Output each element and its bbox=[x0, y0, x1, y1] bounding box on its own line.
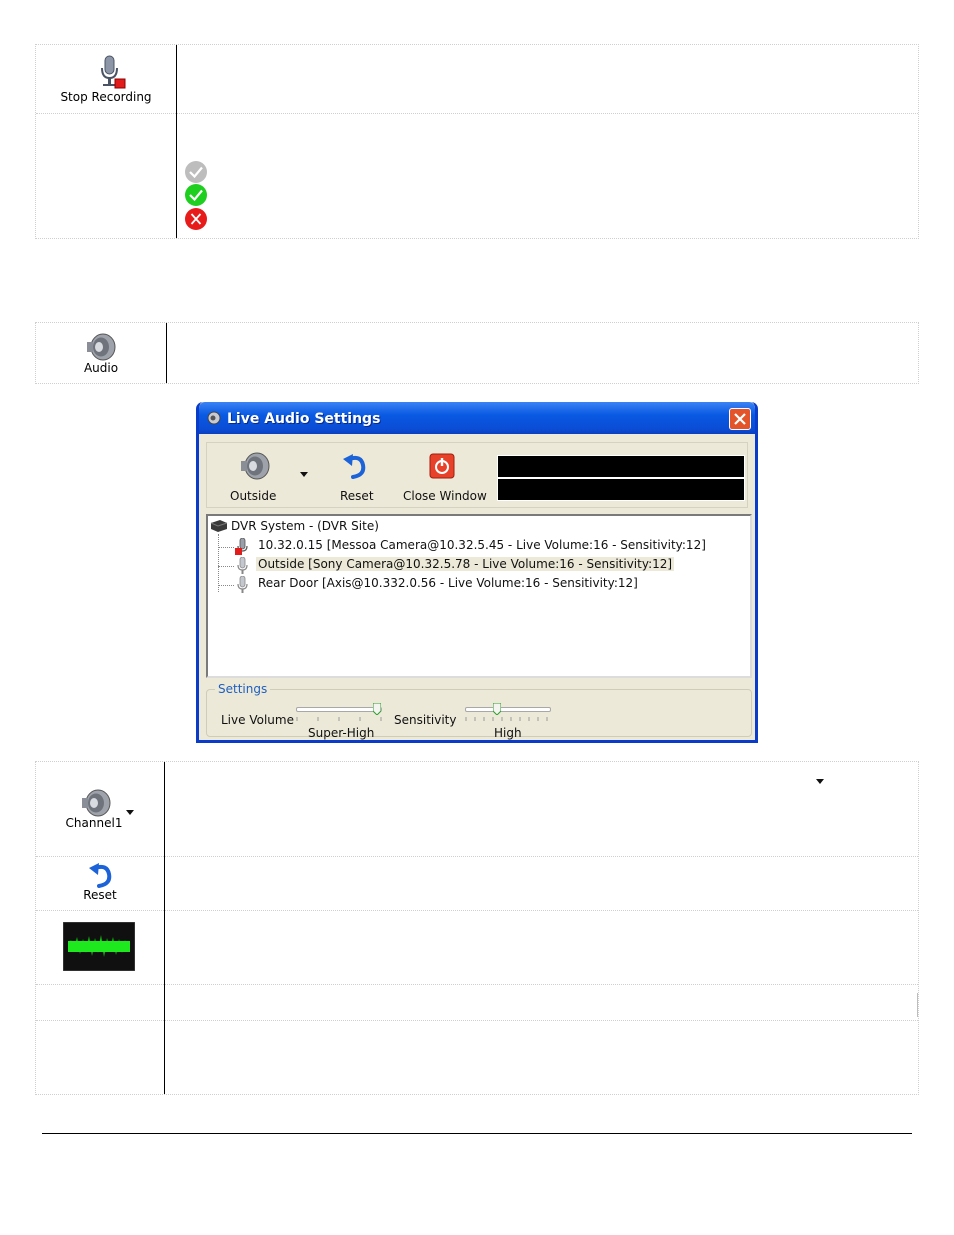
meter-bar-top bbox=[498, 456, 744, 477]
table-stop-recording: Stop Recording bbox=[35, 44, 919, 239]
sensitivity-slider[interactable] bbox=[465, 707, 551, 712]
tree-item-rear-door[interactable]: Rear Door [Axis@10.332.0.56 - Live Volum… bbox=[258, 576, 638, 590]
title-bar[interactable]: Live Audio Settings bbox=[199, 402, 755, 434]
tree-connector bbox=[218, 547, 234, 548]
sensitivity-ticks bbox=[465, 717, 548, 721]
footer-rule bbox=[42, 1133, 912, 1134]
live-volume-value: Super-High bbox=[308, 726, 375, 740]
live-volume-thumb[interactable] bbox=[373, 703, 381, 715]
cell-edge bbox=[917, 993, 918, 1017]
close-window-button[interactable]: Close Window bbox=[399, 449, 487, 505]
tree-root[interactable]: DVR System - (DVR Site) bbox=[231, 519, 379, 533]
dropdown-arrow-icon[interactable] bbox=[300, 472, 308, 478]
settings-group: Settings Live Volume Super-High Sensitiv… bbox=[206, 682, 752, 740]
stop-recording-label: Stop Recording bbox=[60, 90, 152, 104]
outside-label: Outside bbox=[230, 489, 277, 503]
tree-item-messoa[interactable]: 10.32.0.15 [Messoa Camera@10.32.5.45 - L… bbox=[258, 538, 706, 552]
speaker-icon bbox=[241, 452, 270, 480]
close-window-x-button[interactable] bbox=[729, 408, 751, 430]
audio-waveform-icon bbox=[63, 922, 135, 971]
sensitivity-thumb[interactable] bbox=[493, 703, 501, 715]
column-divider bbox=[166, 323, 167, 383]
dropdown-arrow-icon bbox=[816, 779, 824, 784]
reset-label: Reset bbox=[83, 888, 117, 902]
live-volume-ticks bbox=[296, 717, 382, 721]
toolbar: Outside Reset Close Window bbox=[206, 442, 748, 508]
power-icon bbox=[429, 453, 455, 479]
table-row bbox=[36, 985, 918, 1021]
speaker-icon bbox=[207, 411, 221, 425]
sensitivity-label: Sensitivity bbox=[394, 713, 457, 727]
tree-connector bbox=[218, 566, 234, 567]
table-row bbox=[36, 114, 918, 240]
table-row bbox=[36, 911, 918, 985]
reset-arrow-icon bbox=[343, 454, 366, 479]
close-window-label: Close Window bbox=[403, 489, 487, 503]
table-audio: Audio bbox=[35, 322, 919, 384]
live-volume-slider[interactable] bbox=[296, 707, 382, 712]
audio-label: Audio bbox=[83, 361, 119, 375]
close-icon bbox=[734, 413, 746, 425]
tree-connector bbox=[218, 534, 220, 592]
live-audio-settings-window: Live Audio Settings Outside Reset Close … bbox=[196, 402, 758, 743]
tree-connector bbox=[218, 585, 234, 586]
reset-button[interactable]: Reset bbox=[329, 449, 379, 505]
dvr-system-icon bbox=[210, 520, 228, 532]
table-controls: Channel1 Reset bbox=[35, 761, 919, 1095]
channel1-label: Channel1 bbox=[65, 816, 123, 830]
speaker-icon bbox=[87, 333, 116, 361]
green-check-icon bbox=[185, 184, 207, 206]
sensitivity-value: High bbox=[494, 726, 522, 740]
live-volume-label: Live Volume bbox=[221, 713, 294, 727]
table-row: Stop Recording bbox=[36, 45, 918, 114]
settings-legend: Settings bbox=[215, 682, 271, 696]
reset-label: Reset bbox=[340, 489, 374, 503]
red-x-icon bbox=[185, 208, 207, 230]
speaker-icon bbox=[82, 789, 111, 817]
reset-arrow-icon bbox=[89, 863, 112, 888]
device-tree[interactable]: DVR System - (DVR Site) 10.32.0.15 [Mess… bbox=[206, 514, 752, 678]
microphone-recording-icon bbox=[235, 538, 248, 555]
audio-level-meter bbox=[497, 455, 745, 501]
table-row: Channel1 bbox=[36, 762, 918, 857]
gray-check-icon bbox=[185, 161, 207, 183]
window-title: Live Audio Settings bbox=[227, 411, 381, 427]
table-row bbox=[36, 1021, 918, 1096]
microphone-icon bbox=[237, 576, 248, 593]
tree-item-outside[interactable]: Outside [Sony Camera@10.32.5.78 - Live V… bbox=[256, 557, 675, 571]
microphone-icon bbox=[237, 557, 248, 574]
meter-bar-bottom bbox=[498, 479, 744, 500]
microphone-stop-icon bbox=[101, 55, 126, 89]
table-row: Reset bbox=[36, 857, 918, 911]
outside-channel-button[interactable]: Outside bbox=[223, 449, 303, 505]
